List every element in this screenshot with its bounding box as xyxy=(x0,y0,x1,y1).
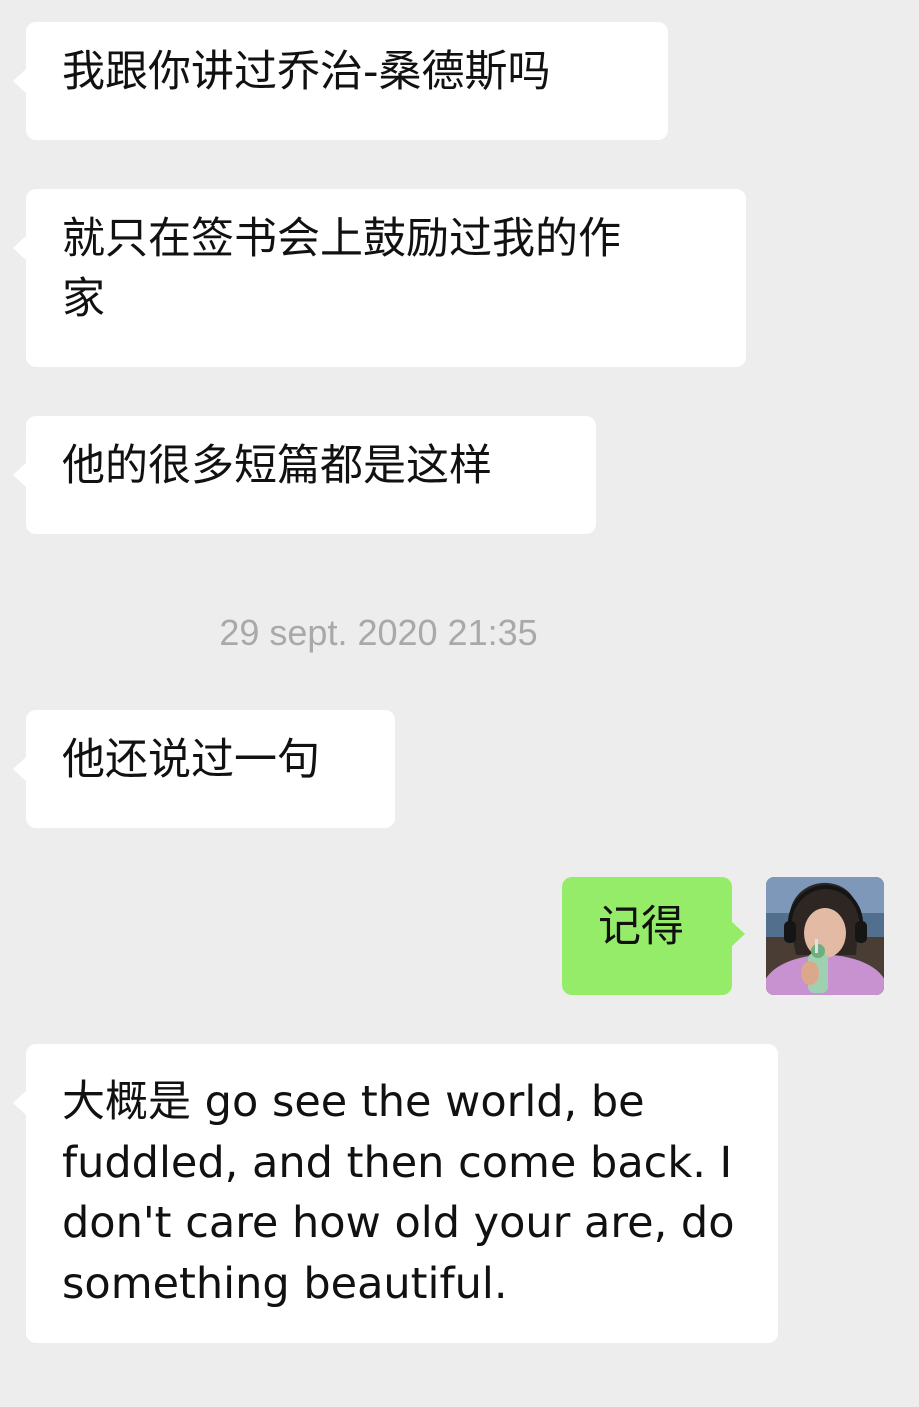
message-text: 记得 xyxy=(598,902,684,952)
avatar-photo-icon xyxy=(766,877,884,995)
message-bubble-outgoing[interactable]: 记得 xyxy=(562,877,745,995)
message-timestamp: 29 sept. 2020 21:35 xyxy=(219,612,538,653)
message-text: 大概是 go see the world, be fuddled, and th… xyxy=(62,1077,735,1309)
message-text: 就只在签书会上鼓励过我的作 家 xyxy=(62,214,621,324)
message-bubble-incoming[interactable]: 他的很多短篇都是这样 xyxy=(13,416,596,534)
message-bubble-incoming[interactable]: 我跟你讲过乔治-桑德斯吗 xyxy=(13,22,668,140)
message-bubble-incoming[interactable]: 他还说过一句 xyxy=(13,710,395,828)
user-avatar[interactable] xyxy=(766,877,884,995)
message-text: 他的很多短篇都是这样 xyxy=(62,441,492,491)
message-bubble-incoming[interactable]: 大概是 go see the world, be fuddled, and th… xyxy=(13,1044,778,1343)
message-text: 我跟你讲过乔治-桑德斯吗 xyxy=(62,47,551,97)
message-text: 他还说过一句 xyxy=(62,735,320,785)
message-bubble-incoming[interactable]: 就只在签书会上鼓励过我的作 家 xyxy=(13,189,746,367)
